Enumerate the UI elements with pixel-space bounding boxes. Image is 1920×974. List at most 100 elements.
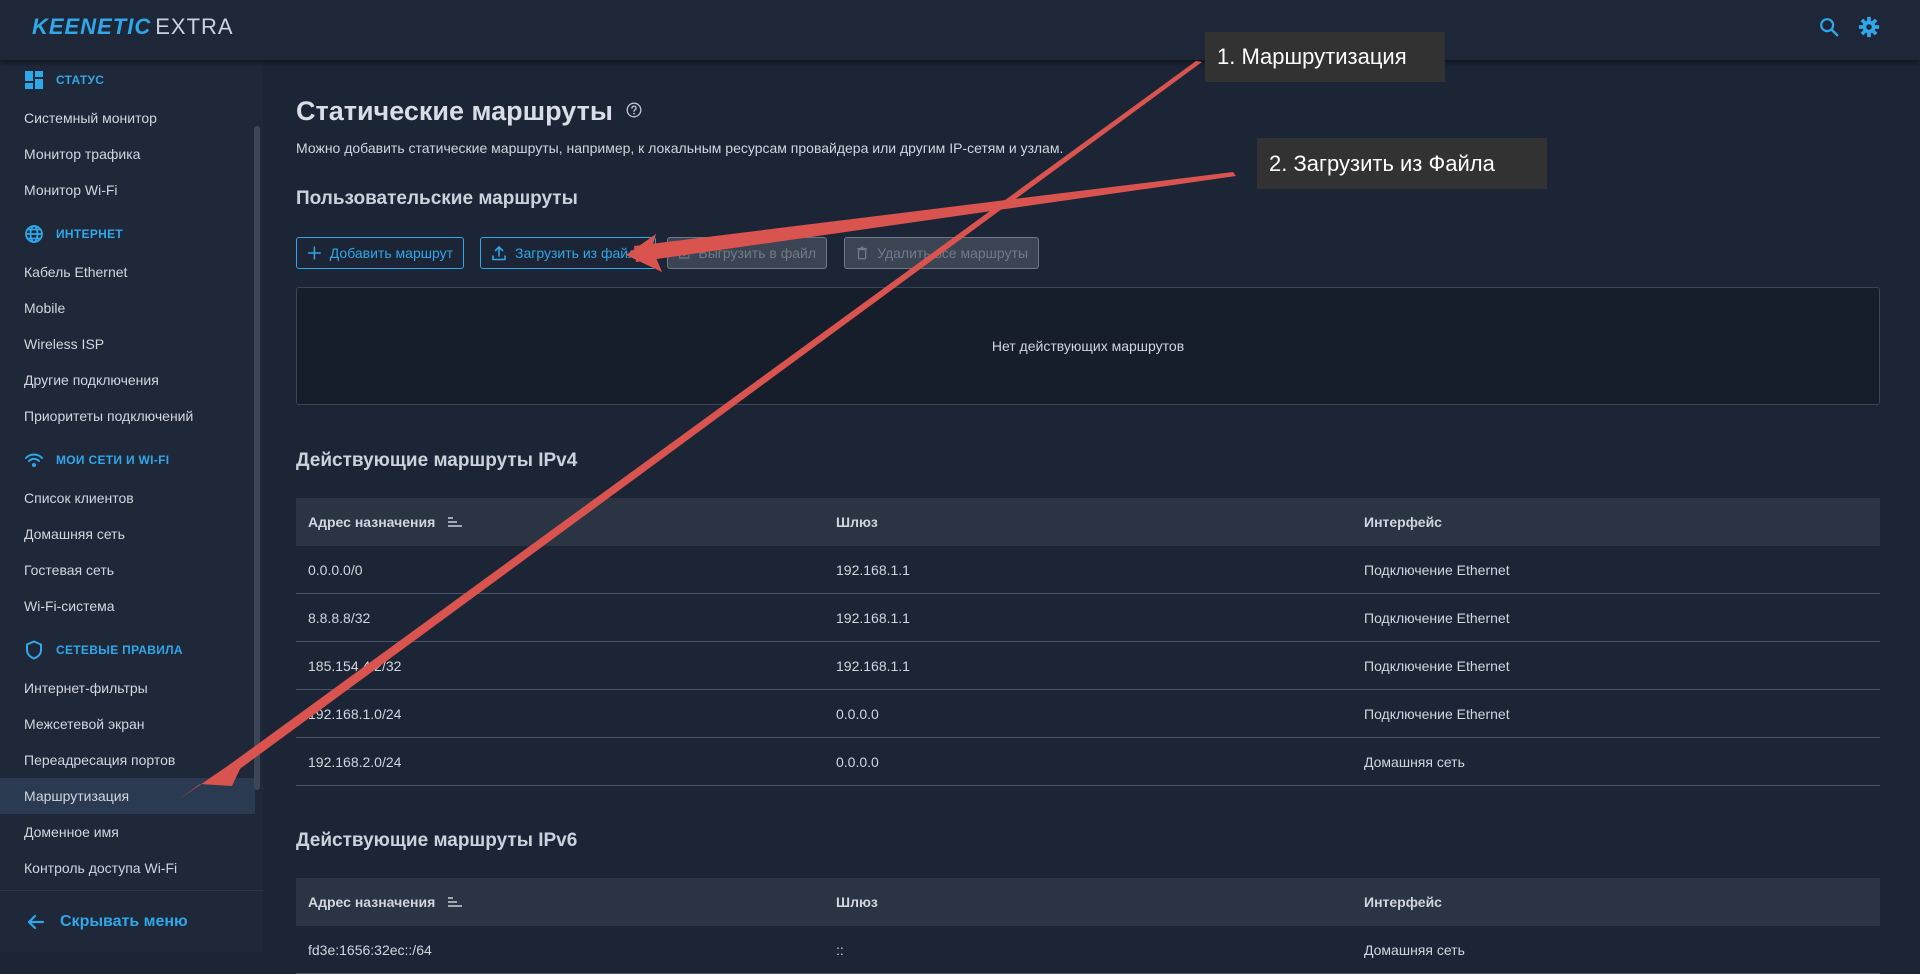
page-subtitle: Можно добавить статические маршруты, нап… (296, 140, 1064, 156)
table-row: 192.168.2.0/24 0.0.0.0 Домашняя сеть (296, 738, 1880, 786)
load-from-file-button[interactable]: Загрузить из файла (480, 237, 656, 269)
table-header: Адрес назначения Шлюз Интерфейс (296, 878, 1880, 926)
trash-icon (857, 246, 867, 260)
ipv4-routes-table: Адрес назначения Шлюз Интерфейс 0.0.0.0/… (296, 498, 1880, 786)
column-destination[interactable]: Адрес назначения (296, 514, 824, 530)
help-icon[interactable] (626, 102, 642, 118)
dashboard-icon (25, 71, 43, 89)
empty-routes-box: Нет действующих маршрутов (296, 287, 1880, 405)
cell-destination: 8.8.8.8/32 (308, 609, 371, 626)
section-label: СТАТУС (56, 73, 105, 87)
column-interface: Интерфейс (1364, 514, 1442, 530)
section-label: ИНТЕРНЕТ (56, 227, 124, 241)
section-label: СЕТЕВЫЕ ПРАВИЛА (56, 643, 183, 657)
sidebar-item-wifi-access-control[interactable]: Контроль доступа Wi-Fi (0, 850, 255, 886)
empty-routes-text: Нет действующих маршрутов (991, 338, 1185, 354)
cell-interface: Подключение Ethernet (1364, 609, 1510, 626)
sidebar-item-wifi-system[interactable]: Wi-Fi-система (0, 588, 255, 624)
sidebar: СТАТУС Системный монитор Монитор трафика… (0, 60, 263, 952)
page-title: Статические маршруты (296, 96, 642, 127)
annotation-callout-1: 1. Маршрутизация (1205, 32, 1445, 82)
cell-destination: 192.168.2.0/24 (308, 753, 402, 770)
cell-gateway: 192.168.1.1 (836, 561, 910, 578)
wifi-icon (25, 453, 43, 467)
export-to-file-label: Выгрузить в файл (698, 245, 816, 261)
cell-interface: Домашняя сеть (1364, 753, 1465, 770)
sidebar-section-internet[interactable]: ИНТЕРНЕТ (0, 214, 263, 254)
table-row: 8.8.8.8/32 192.168.1.1 Подключение Ether… (296, 594, 1880, 642)
page-title-text: Статические маршруты (296, 96, 613, 126)
top-icons (1818, 16, 1880, 38)
ipv6-routes-heading: Действующие маршруты IPv6 (296, 830, 578, 851)
cell-destination: 0.0.0.0/0 (308, 561, 363, 578)
ipv4-routes-heading: Действующие маршруты IPv4 (296, 450, 578, 471)
cell-destination: 185.154.4.2/32 (308, 657, 402, 674)
sidebar-item-firewall[interactable]: Межсетевой экран (0, 706, 255, 742)
sidebar-section-network-rules[interactable]: СЕТЕВЫЕ ПРАВИЛА (0, 630, 263, 670)
gear-icon[interactable] (1858, 16, 1880, 38)
sidebar-item-home-network[interactable]: Домашняя сеть (0, 516, 255, 552)
logo-model: EXTRA (155, 14, 234, 39)
sort-icon[interactable] (447, 516, 463, 528)
sidebar-item-traffic-monitor[interactable]: Монитор трафика (0, 136, 255, 172)
sidebar-item-mobile[interactable]: Mobile (0, 290, 255, 326)
user-routes-heading: Пользовательские маршруты (296, 188, 578, 209)
add-route-button[interactable]: Добавить маршрут (296, 237, 464, 269)
arrow-left-icon (27, 914, 45, 930)
sidebar-item-client-list[interactable]: Список клиентов (0, 480, 255, 516)
cell-gateway: 192.168.1.1 (836, 609, 910, 626)
sidebar-item-domain-name[interactable]: Доменное имя (0, 814, 255, 850)
section-label: МОИ СЕТИ И WI-FI (56, 453, 170, 467)
globe-icon (25, 225, 43, 243)
cell-interface: Подключение Ethernet (1364, 657, 1510, 674)
cell-interface: Подключение Ethernet (1364, 561, 1510, 578)
sidebar-item-guest-network[interactable]: Гостевая сеть (0, 552, 255, 588)
sidebar-item-wifi-monitor[interactable]: Монитор Wi-Fi (0, 172, 255, 208)
cell-gateway: 192.168.1.1 (836, 657, 910, 674)
sidebar-item-routing[interactable]: Маршрутизация (0, 778, 255, 814)
sidebar-item-ethernet[interactable]: Кабель Ethernet (0, 254, 255, 290)
sidebar-item-internet-filters[interactable]: Интернет-фильтры (0, 670, 255, 706)
sidebar-item-port-forwarding[interactable]: Переадресация портов (0, 742, 255, 778)
main-content: Статические маршруты Можно добавить стат… (296, 60, 1880, 974)
sidebar-item-wireless-isp[interactable]: Wireless ISP (0, 326, 255, 362)
table-row: fd3e:1656:32ec::/64 :: Домашняя сеть (296, 926, 1880, 974)
sidebar-section-networks[interactable]: МОИ СЕТИ И WI-FI (0, 440, 263, 480)
download-icon (678, 247, 690, 259)
column-interface: Интерфейс (1364, 894, 1442, 910)
search-icon[interactable] (1818, 16, 1840, 38)
plus-icon (307, 246, 321, 260)
cell-interface: Подключение Ethernet (1364, 705, 1510, 722)
column-gateway: Шлюз (836, 894, 878, 910)
sort-icon[interactable] (447, 896, 463, 908)
logo[interactable]: KEENETIC EXTRA (32, 14, 234, 40)
column-label: Адрес назначения (308, 514, 436, 530)
add-route-label: Добавить маршрут (329, 245, 453, 261)
column-destination[interactable]: Адрес назначения (296, 894, 824, 910)
export-to-file-button[interactable]: Выгрузить в файл (667, 237, 827, 269)
logo-brand: KEENETIC (32, 14, 152, 39)
sidebar-item-other-connections[interactable]: Другие подключения (0, 362, 255, 398)
cell-gateway: :: (836, 941, 844, 958)
hide-menu-button[interactable]: Скрывать меню (0, 890, 263, 952)
delete-all-routes-label: Удалить все маршруты (877, 245, 1028, 261)
table-header: Адрес назначения Шлюз Интерфейс (296, 498, 1880, 546)
cell-destination: 192.168.1.0/24 (308, 705, 402, 722)
table-row: 0.0.0.0/0 192.168.1.1 Подключение Ethern… (296, 546, 1880, 594)
sidebar-section-status[interactable]: СТАТУС (0, 60, 263, 100)
sidebar-menu: СТАТУС Системный монитор Монитор трафика… (0, 60, 263, 886)
upload-icon (492, 245, 506, 261)
table-row: 192.168.1.0/24 0.0.0.0 Подключение Ether… (296, 690, 1880, 738)
cell-interface: Домашняя сеть (1364, 941, 1465, 958)
ipv6-routes-table: Адрес назначения Шлюз Интерфейс fd3e:165… (296, 878, 1880, 974)
column-gateway: Шлюз (836, 514, 878, 530)
cell-gateway: 0.0.0.0 (836, 705, 879, 722)
load-from-file-label: Загрузить из файла (515, 245, 645, 261)
sidebar-item-connection-priorities[interactable]: Приоритеты подключений (0, 398, 255, 434)
annotation-callout-2: 2. Загрузить из Файла (1257, 138, 1547, 189)
delete-all-routes-button[interactable]: Удалить все маршруты (844, 237, 1039, 269)
top-bar: KEENETIC EXTRA (0, 0, 1920, 60)
cell-gateway: 0.0.0.0 (836, 753, 879, 770)
sidebar-item-system-monitor[interactable]: Системный монитор (0, 100, 255, 136)
sidebar-scrollbar[interactable] (254, 126, 260, 790)
